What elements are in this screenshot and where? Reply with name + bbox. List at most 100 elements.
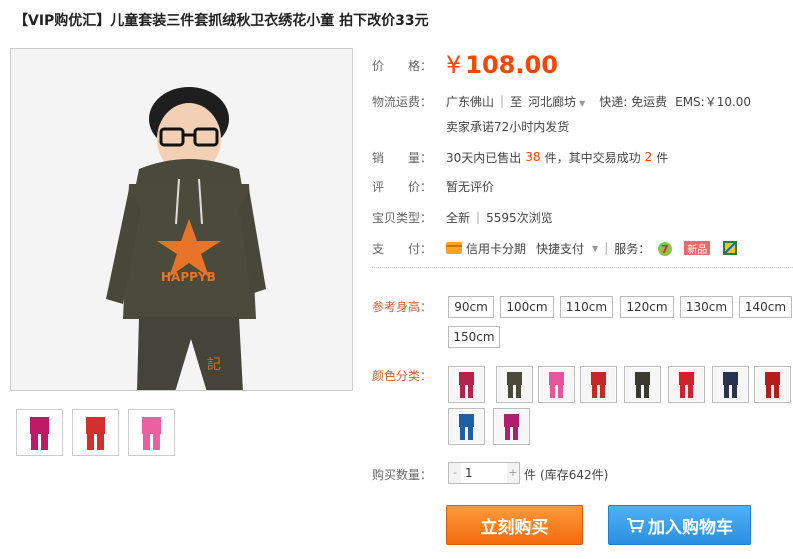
height-label: 参考身高： xyxy=(372,299,433,314)
quick-pay[interactable]: 快捷支付 xyxy=(536,240,584,257)
quantity-increase-button[interactable]: + xyxy=(507,463,519,483)
color-swatch[interactable] xyxy=(448,366,485,403)
swatch-image xyxy=(582,368,615,401)
view-count: 5595次浏览 xyxy=(486,210,553,225)
svg-text:HAPPYB: HAPPYB xyxy=(161,270,216,284)
price-row: 价 格： ¥ 108.00 xyxy=(372,48,558,82)
swatch-image xyxy=(756,368,789,401)
review-row: 评 价： 暂无评价 xyxy=(372,177,494,195)
height-option[interactable]: 100cm xyxy=(500,296,554,318)
swatch-image xyxy=(498,368,531,401)
ems-fee: EMS:￥10.00 xyxy=(675,94,752,109)
section-divider xyxy=(372,267,793,268)
swatch-image xyxy=(670,368,703,401)
price-value: 108.00 xyxy=(465,51,558,79)
thumbnail-strip xyxy=(16,409,175,456)
quantity-unit: 件 xyxy=(524,467,537,482)
sales-prefix: 30天内已售出 xyxy=(446,150,522,165)
add-to-cart-button[interactable]: 加入购物车 xyxy=(608,505,751,545)
thumbnail-image xyxy=(129,410,174,455)
item-condition: 全新 xyxy=(446,210,471,225)
stock-info: 件 (库存642件) xyxy=(524,465,608,483)
express-fee: 快递: 免运费 xyxy=(599,94,668,109)
ship-from: 广东佛山 xyxy=(446,94,495,109)
color-swatch[interactable] xyxy=(754,366,791,403)
color-label: 颜色分类： xyxy=(372,368,433,383)
product-main-image[interactable]: HAPPYB 記 xyxy=(10,48,353,391)
quantity-input[interactable]: 1 xyxy=(461,463,507,483)
height-option[interactable]: 120cm xyxy=(620,296,674,318)
success-count: 2 xyxy=(644,150,653,164)
divider-bar: | xyxy=(476,210,481,224)
sales-suffix: 件 xyxy=(656,150,669,165)
height-option[interactable]: 110cm xyxy=(560,296,613,318)
shipping-promise: 卖家承诺72小时内发货 xyxy=(446,117,569,135)
quantity-label-row: 购买数量： xyxy=(372,465,446,483)
chevron-down-icon[interactable]: ▼ xyxy=(592,244,598,253)
quantity-stepper: - 1 + xyxy=(448,462,520,484)
review-value: 暂无评价 xyxy=(446,179,495,194)
swatch-image xyxy=(714,368,747,401)
ship-to-value: 河北廊坊 xyxy=(528,94,577,109)
seven-day-return-graphic: 7 xyxy=(658,242,673,256)
color-swatch[interactable] xyxy=(668,366,705,403)
currency-symbol: ¥ xyxy=(446,51,462,79)
height-option[interactable]: 130cm xyxy=(680,296,733,318)
color-swatch[interactable] xyxy=(712,366,749,403)
thumbnail-image xyxy=(17,410,62,455)
guarantee-icon[interactable] xyxy=(722,241,738,255)
product-title: 【VIP购优汇】儿童套装三件套抓绒秋卫衣绣花小童 拍下改价33元 xyxy=(14,13,429,29)
shipping-row: 物流运费： 广东佛山 | 至 河北廊坊 ▼ 快递: 免运费 EMS:￥10.00 xyxy=(372,92,751,110)
ship-to-word: 至 xyxy=(510,94,523,109)
quantity-decrease-button[interactable]: - xyxy=(449,463,461,483)
svg-text:記: 記 xyxy=(207,356,221,373)
add-to-cart-label: 加入购物车 xyxy=(648,517,733,538)
credit-installment[interactable]: 信用卡分期 xyxy=(466,240,526,257)
divider-bar: | xyxy=(500,94,505,108)
buy-now-button[interactable]: 立刻购买 xyxy=(446,505,583,545)
swatch-image xyxy=(450,368,483,401)
payment-row: 支 付： 信用卡分期 快捷支付 ▼ | 服务： 7 新品 xyxy=(372,239,738,257)
payment-label: 支 付： xyxy=(372,241,433,256)
seven-day-return-icon[interactable]: 7 xyxy=(656,241,674,256)
thumbnail-1[interactable] xyxy=(16,409,63,456)
buy-now-label: 立刻购买 xyxy=(480,517,549,538)
cart-icon xyxy=(627,518,644,533)
item-type-row: 宝贝类型： 全新 | 5595次浏览 xyxy=(372,208,553,226)
color-label-row: 颜色分类： xyxy=(372,366,446,384)
color-swatch[interactable] xyxy=(624,366,661,403)
sales-label: 销 量： xyxy=(372,150,433,165)
swatch-image xyxy=(540,368,573,401)
color-swatch[interactable] xyxy=(538,366,575,403)
swatch-image xyxy=(495,410,528,443)
thumbnail-image xyxy=(73,410,118,455)
sales-mid: 件，其中交易成功 xyxy=(544,150,641,165)
swatch-image xyxy=(626,368,659,401)
thumbnail-3[interactable] xyxy=(128,409,175,456)
service-label: 服务： xyxy=(614,241,651,256)
chevron-down-icon: ▼ xyxy=(579,98,586,108)
new-product-badge[interactable]: 新品 xyxy=(684,241,711,256)
color-swatch[interactable] xyxy=(448,408,485,445)
height-option[interactable]: 150cm xyxy=(448,326,500,348)
price-label: 价 格： xyxy=(372,58,433,73)
guarantee-graphic xyxy=(723,241,738,255)
color-swatch[interactable] xyxy=(580,366,617,403)
svg-text:7: 7 xyxy=(661,243,669,256)
credit-card-icon xyxy=(446,242,462,254)
shipping-label: 物流运费： xyxy=(372,94,433,109)
stock-count: (库存642件) xyxy=(540,467,609,482)
thumbnail-2[interactable] xyxy=(72,409,119,456)
sold-count: 38 xyxy=(525,150,541,164)
review-label: 评 价： xyxy=(372,179,433,194)
swatch-image xyxy=(450,410,483,443)
height-option[interactable]: 140cm xyxy=(739,296,792,318)
color-swatch[interactable] xyxy=(496,366,533,403)
height-option[interactable]: 90cm xyxy=(448,296,494,318)
height-label-row: 参考身高： xyxy=(372,297,446,315)
product-photo: HAPPYB 記 xyxy=(11,49,352,390)
sales-row: 销 量： 30天内已售出 38 件，其中交易成功 2 件 xyxy=(372,148,668,166)
ship-to-select[interactable]: 河北廊坊 ▼ xyxy=(528,93,585,110)
color-swatch[interactable] xyxy=(493,408,530,445)
quantity-label: 购买数量： xyxy=(372,467,433,482)
